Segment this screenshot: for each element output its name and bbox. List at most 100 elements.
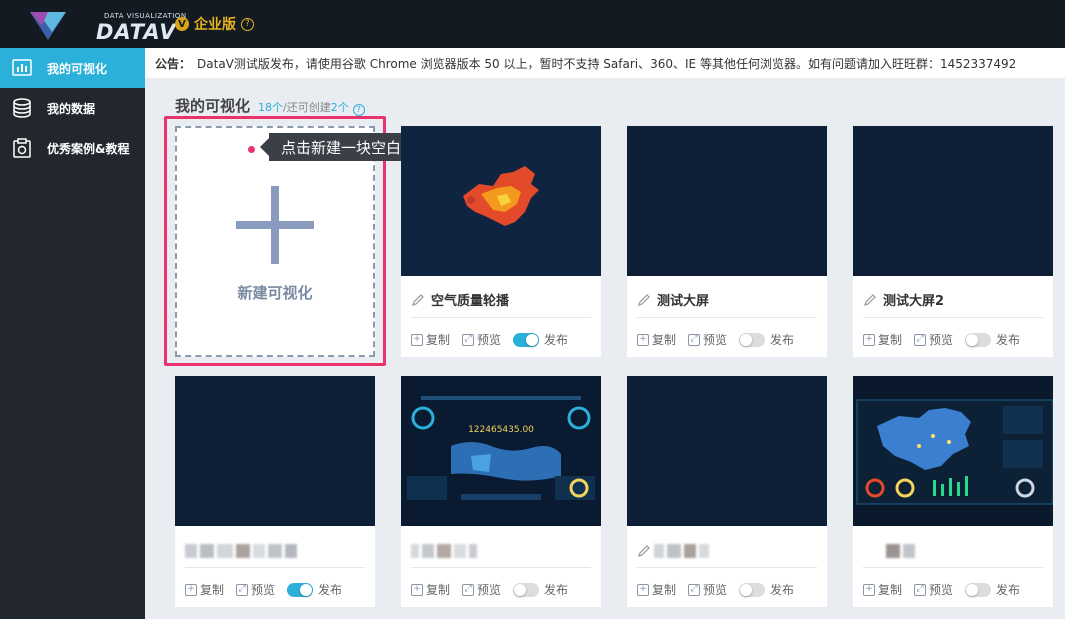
preview-button[interactable]: ⤢ 预览 (688, 331, 727, 348)
publish-toggle[interactable] (739, 332, 766, 347)
copy-icon: + (185, 583, 197, 596)
publish-label: 发布 (770, 333, 795, 347)
edit-pencil-icon[interactable] (637, 544, 651, 558)
datav-logo[interactable]: DATA VISUALIZATION DATAV (28, 6, 186, 44)
blurred-title (185, 544, 297, 558)
card-divider (637, 567, 817, 568)
announcement-bar: 公告： DataV测试版发布，请使用谷歌 Chrome 浏览器版本 50 以上，… (145, 48, 1065, 78)
copy-icon: + (637, 333, 649, 346)
card-thumbnail[interactable] (175, 376, 375, 526)
blurred-title (411, 544, 477, 558)
edition-badge-icon: V (175, 17, 189, 31)
plus-icon-bar[interactable] (236, 221, 314, 229)
preview-icon: ⤢ (914, 583, 927, 596)
blurred-title (863, 544, 915, 558)
copy-icon: + (863, 333, 875, 346)
card-thumbnail[interactable] (853, 376, 1053, 526)
visualization-card[interactable]: + 复制 ⤢ 预览 发布 (853, 376, 1053, 607)
card-divider (863, 317, 1043, 318)
edit-pencil-icon[interactable] (637, 293, 651, 307)
card-actions: + 复制 ⤢ 预览 发布 (411, 581, 568, 598)
visualization-card[interactable]: 测试大屏2 + 复制 ⤢ 预览 发布 (853, 126, 1053, 357)
top-bar: DATA VISUALIZATION DATAV V 企业版 ? (0, 0, 1065, 48)
card-title[interactable]: 测试大屏2 (863, 290, 944, 309)
preview-icon: ⤢ (462, 583, 475, 596)
visualization-count: 18个/还可创建2个? (258, 99, 365, 116)
preview-button[interactable]: ⤢ 预览 (236, 581, 275, 598)
card-divider (411, 567, 591, 568)
card-divider (637, 317, 817, 318)
card-thumbnail[interactable] (627, 126, 827, 276)
quota-help-icon[interactable]: ? (352, 103, 365, 116)
publish-label: 发布 (318, 583, 343, 597)
help-icon[interactable]: ? (241, 17, 254, 31)
edition-label: 企业版 (194, 17, 236, 33)
copy-button[interactable]: + 复制 (411, 581, 450, 598)
copy-icon: + (863, 583, 875, 596)
announcement-text: DataV测试版发布，请使用谷歌 Chrome 浏览器版本 50 以上，暂时不支… (197, 56, 1017, 71)
section-header: 我的可视化 18个/还可创建2个? (175, 95, 365, 116)
preview-icon: ⤢ (236, 583, 249, 596)
dashboard-number: 122465435.00 (468, 425, 534, 435)
publish-toggle[interactable] (965, 582, 992, 597)
copy-button[interactable]: + 复制 (863, 581, 902, 598)
copy-button[interactable]: + 复制 (185, 581, 224, 598)
copy-button[interactable]: + 复制 (637, 581, 676, 598)
preview-icon: ⤢ (688, 583, 701, 596)
edit-pencil-icon[interactable] (411, 293, 425, 307)
china-dashboard-thumbnail (853, 376, 1053, 526)
visualization-card[interactable]: 空气质量轮播 + 复制 ⤢ 预览 发布 (401, 126, 601, 357)
publish-toggle[interactable] (513, 582, 540, 597)
section-title: 我的可视化 (175, 97, 251, 115)
card-actions: + 复制 ⤢ 预览 发布 (637, 331, 794, 348)
clipboard-camera-icon (13, 138, 31, 158)
preview-button[interactable]: ⤢ 预览 (462, 331, 501, 348)
sidebar-item-label: 我的数据 (47, 101, 96, 116)
sidebar-item-label: 我的可视化 (47, 61, 108, 76)
blurred-title (637, 544, 709, 558)
database-icon (13, 98, 31, 118)
copy-icon: + (411, 333, 423, 346)
card-actions: + 复制 ⤢ 预览 发布 (637, 581, 794, 598)
visualization-card[interactable]: 122465435.00 + 复制 ⤢ 预览 发布 (401, 376, 601, 607)
preview-button[interactable]: ⤢ 预览 (462, 581, 501, 598)
visualization-card[interactable]: 测试大屏 + 复制 ⤢ 预览 发布 (627, 126, 827, 357)
new-visualization-label[interactable]: 新建可视化 (175, 282, 375, 303)
announcement-prefix: 公告： (155, 56, 192, 71)
card-actions: + 复制 ⤢ 预览 发布 (863, 581, 1020, 598)
china-map-thumbnail (401, 126, 601, 276)
copy-button[interactable]: + 复制 (863, 331, 902, 348)
enterprise-edition[interactable]: V 企业版 ? (175, 14, 254, 34)
publish-label: 发布 (544, 583, 569, 597)
sidebar-item-my-visualizations[interactable]: 我的可视化 (0, 48, 145, 88)
edit-pencil-icon[interactable] (863, 293, 877, 307)
card-thumbnail[interactable] (627, 376, 827, 526)
card-actions: + 复制 ⤢ 预览 发布 (411, 331, 568, 348)
visualization-card[interactable]: + 复制 ⤢ 预览 发布 (627, 376, 827, 607)
sidebar-item-cases-tutorials[interactable]: 优秀案例&教程 (0, 128, 145, 168)
publish-toggle[interactable] (965, 332, 992, 347)
copy-button[interactable]: + 复制 (637, 331, 676, 348)
sidebar: 我的可视化 我的数据 优秀案例&教程 (0, 48, 145, 619)
copy-icon: + (637, 583, 649, 596)
hint-dot (248, 146, 255, 153)
logo-wordmark: DATAV (96, 20, 177, 44)
card-title[interactable]: 空气质量轮播 (411, 290, 509, 309)
preview-button[interactable]: ⤢ 预览 (688, 581, 727, 598)
card-actions: + 复制 ⤢ 预览 发布 (863, 331, 1020, 348)
preview-button[interactable]: ⤢ 预览 (914, 581, 953, 598)
preview-button[interactable]: ⤢ 预览 (914, 331, 953, 348)
card-thumbnail[interactable] (401, 126, 601, 276)
card-divider (185, 567, 365, 568)
copy-button[interactable]: + 复制 (411, 331, 450, 348)
visualization-card[interactable]: + 复制 ⤢ 预览 发布 (175, 376, 375, 607)
publish-toggle[interactable] (287, 582, 314, 597)
publish-toggle[interactable] (513, 332, 540, 347)
sidebar-item-my-data[interactable]: 我的数据 (0, 88, 145, 128)
card-thumbnail[interactable]: 122465435.00 (401, 376, 601, 526)
card-thumbnail[interactable] (853, 126, 1053, 276)
copy-icon: + (411, 583, 423, 596)
card-title[interactable]: 测试大屏 (637, 290, 709, 309)
publish-toggle[interactable] (739, 582, 766, 597)
preview-icon: ⤢ (462, 333, 475, 346)
